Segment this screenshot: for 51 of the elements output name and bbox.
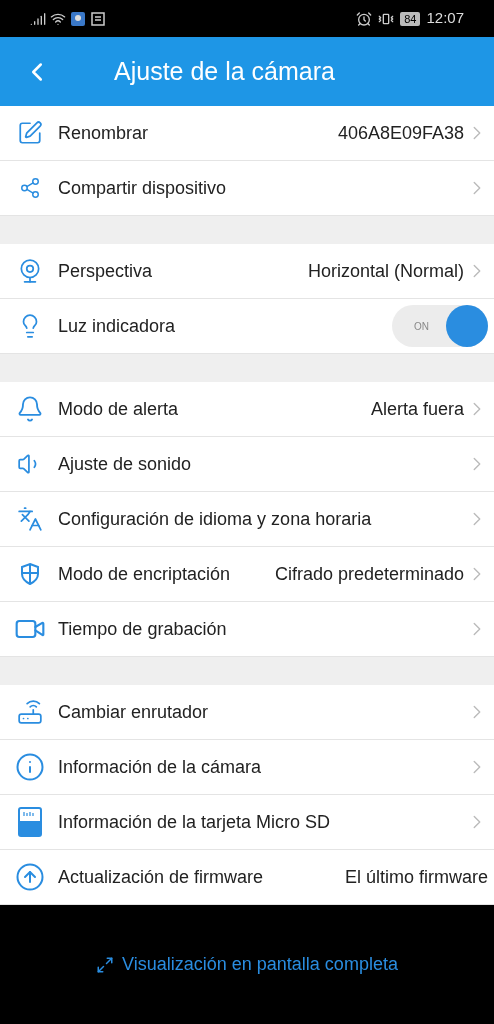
setting-label: Tiempo de grabación [58,617,227,641]
settings-row[interactable]: Modo de encriptación Cifrado predeterminado [0,547,494,602]
setting-value: Horizontal (Normal) [307,259,464,283]
setting-value: 406A8E09FA38 [337,121,464,145]
settings-row[interactable]: Renombrar 406A8E09FA38 [0,106,494,161]
screen-title: Ajuste de la cámara [114,55,335,87]
signal-icon [30,10,46,27]
setting-value: El último firmware [344,865,488,889]
battery-indicator: 84 [400,11,421,26]
settings-row[interactable]: Actualización de firmware El último firmware [0,850,494,905]
settings-row[interactable]: Información de la cámara [0,740,494,795]
setting-label: Ajuste de sonido [58,452,192,476]
settings-row[interactable]: Modo de alerta Alerta fuera [0,382,494,437]
toggle-thumb [446,305,488,347]
sd-card-icon [18,807,42,837]
setting-value: Cifrado predeterminado [274,562,464,586]
alarm-icon [356,10,373,27]
language-icon [17,506,43,532]
fullscreen-icon [96,955,115,974]
edit-icon [17,120,43,146]
setting-label: Información de la cámara [58,755,262,779]
setting-label: Modo de alerta [58,397,179,421]
clock-time: 12:07 [426,8,464,29]
setting-label: Renombrar [58,121,149,145]
news-icon [90,10,106,27]
bell-icon [16,395,44,423]
toggle-label: ON [414,319,429,334]
shield-icon [19,562,41,586]
settings-row[interactable]: Luz indicadora ON [0,299,494,354]
fullscreen-link[interactable]: Visualización en pantalla completa [96,951,398,978]
setting-label: Cambiar enrutador [58,700,209,724]
setting-label: Información de la tarjeta Micro SD [58,810,331,834]
setting-label: Modo de encriptación [58,562,231,586]
setting-label: Actualización de firmware [58,865,264,889]
settings-row[interactable]: Cambiar enrutador [0,685,494,740]
router-icon [17,699,43,725]
settings-row[interactable]: Perspectiva Horizontal (Normal) [0,244,494,299]
share-icon [19,177,41,199]
app-icon [70,10,86,27]
settings-row[interactable]: Ajuste de sonido [0,437,494,492]
setting-label: Luz indicadora [58,314,176,338]
settings-row[interactable]: Tiempo de grabación [0,602,494,657]
setting-label: Configuración de idioma y zona horaria [58,507,372,531]
setting-value: Alerta fuera [370,397,464,421]
settings-row[interactable]: Información de la tarjeta Micro SD [0,795,494,850]
setting-label: Perspectiva [58,259,153,283]
info-icon [15,752,45,782]
settings-row[interactable]: Compartir dispositivo [0,161,494,216]
upload-icon [15,862,45,892]
settings-row[interactable]: Configuración de idioma y zona horaria [0,492,494,547]
setting-label: Compartir dispositivo [58,176,227,200]
